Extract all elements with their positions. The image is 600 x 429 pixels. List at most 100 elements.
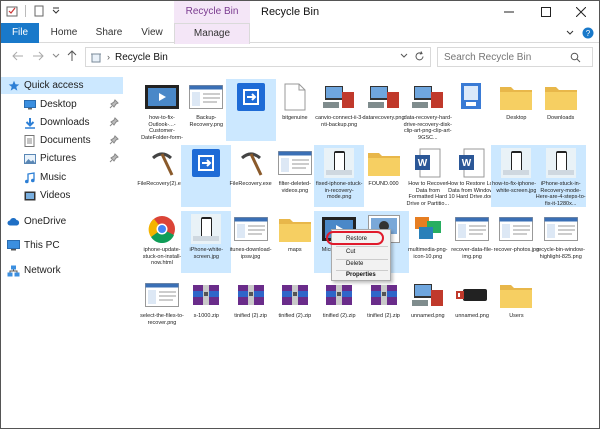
file-label: recycle-bin-window-highlight-825.png	[536, 247, 585, 260]
nav-desktop[interactable]: Desktop	[1, 96, 123, 113]
file-item[interactable]: itunes-download-ipsw.jpg	[226, 211, 276, 273]
recent-locations-button[interactable]	[49, 49, 63, 63]
file-item[interactable]: iPhone-white-screen.jpg	[181, 211, 232, 273]
file-item[interactable]: FileRecovery.exe	[226, 145, 276, 207]
doc-thumbnail-icon	[277, 81, 313, 113]
nav-network[interactable]: Network	[1, 262, 123, 279]
nav-music[interactable]: Music	[1, 169, 123, 186]
tab-manage[interactable]: Manage	[174, 23, 250, 44]
file-item[interactable]: data-recovery-hard-drive-recovery-disk-c…	[403, 79, 453, 141]
file-item[interactable]	[225, 79, 276, 141]
breadcrumb-recycle-bin[interactable]: Recycle Bin	[115, 52, 168, 63]
maximize-button[interactable]	[528, 1, 564, 23]
file-item[interactable]: canvio-connect-ii-3-nti-backup.png	[314, 79, 364, 141]
help-button[interactable]: ?	[581, 26, 595, 40]
recycle-bin-tools-title: Recycle Bin Tools	[174, 1, 250, 39]
address-dropdown-button[interactable]	[400, 52, 408, 60]
file-item[interactable]: fixed-iphone-stuck-in-recovery-mode.png	[314, 145, 365, 207]
nav-documents[interactable]: Documents	[1, 132, 123, 149]
file-item[interactable]: Downloads	[536, 79, 586, 141]
file-label: how-to-fix-iphone-s-white-screen.jpg	[492, 181, 541, 194]
file-item[interactable]: how-to-fix-Outlook-...-Customer-DateFold…	[137, 79, 187, 141]
file-item[interactable]: recover-photos.jpg	[491, 211, 541, 273]
search-input[interactable]	[438, 51, 570, 63]
context-menu-properties[interactable]: Properties	[346, 272, 376, 278]
file-item[interactable]: W How to Recover Data from Formatted Hard…	[403, 145, 453, 207]
file-item[interactable]: tinified (2).zip	[314, 277, 364, 339]
file-item[interactable]: filter-deleted-videos.png	[270, 145, 320, 207]
word-thumbnail-icon: W	[454, 147, 490, 179]
usb-thumbnail-icon	[454, 279, 490, 311]
file-item[interactable]	[181, 145, 232, 207]
nav-pictures[interactable]: Pictures	[1, 150, 123, 167]
refresh-button[interactable]	[414, 51, 425, 62]
context-menu-divider	[336, 259, 388, 260]
back-button[interactable]	[11, 49, 25, 63]
file-item[interactable]: FileRecovery(2).exe	[137, 145, 187, 207]
file-item[interactable]: FOUND.000	[359, 145, 409, 207]
properties-icon[interactable]	[32, 4, 46, 18]
file-item[interactable]: Users	[491, 277, 541, 339]
address-bar[interactable]: › Recycle Bin	[85, 47, 431, 67]
file-item[interactable]: unnamed.png	[403, 277, 453, 339]
tab-share[interactable]: Share	[89, 23, 129, 43]
file-item[interactable]: recycle-bin-window-highlight-825.png	[536, 211, 586, 273]
file-item[interactable]: iPhone-stuck-in-Recovery-mode-Here-are-4…	[535, 145, 586, 207]
forward-button[interactable]	[31, 49, 45, 63]
nav-onedrive[interactable]: OneDrive	[1, 213, 123, 230]
svg-text:W: W	[462, 158, 472, 169]
file-label: select-the-files-to-recover.png	[140, 313, 184, 326]
file-item[interactable]: datarecovery.png	[359, 79, 409, 141]
zip-thumbnail-icon	[233, 279, 269, 311]
file-item[interactable]: how-to-fix-iphone-s-white-screen.jpg	[491, 145, 542, 207]
file-item[interactable]: tinified (2).zip	[359, 277, 409, 339]
nav-videos[interactable]: Videos	[1, 187, 123, 204]
collapse-ribbon-button[interactable]	[563, 26, 577, 40]
file-item[interactable]: W How to Restore Lost Data from Windows 1…	[447, 145, 497, 207]
devices-thumbnail-icon	[410, 279, 446, 311]
file-label: tinified (2).zip	[322, 313, 356, 319]
nav-downloads[interactable]: Downloads	[1, 114, 123, 131]
file-label: iPhone-white-screen.jpg	[189, 247, 224, 260]
file-item[interactable]: maps	[270, 211, 320, 273]
file-item[interactable]: recover-data-file-img.png	[447, 211, 497, 273]
close-button[interactable]	[563, 1, 599, 23]
file-item[interactable]: tinified (2).zip	[226, 277, 276, 339]
tab-file[interactable]: File	[1, 23, 39, 43]
pictures-icon	[23, 152, 36, 165]
nav-this-pc[interactable]: This PC	[1, 237, 123, 254]
minimize-button[interactable]	[491, 1, 527, 23]
tab-view[interactable]: View	[133, 23, 171, 43]
arrow-left-icon	[12, 51, 23, 61]
zip-thumbnail-icon	[277, 279, 313, 311]
file-item[interactable]: Desktop	[491, 79, 541, 141]
context-menu-cut[interactable]: Cut	[346, 249, 355, 255]
file-item[interactable]: select-the-files-to-recover.png	[137, 277, 187, 339]
nav-label: This PC	[24, 240, 60, 251]
cloud-icon	[7, 215, 20, 228]
toolbar-separator	[25, 5, 26, 17]
devices-thumbnail-icon	[321, 81, 357, 113]
up-button[interactable]	[65, 49, 79, 63]
file-item[interactable]: unnamed.png	[447, 277, 497, 339]
file-label: How to Restore Lost Data from Windows 10…	[447, 181, 497, 200]
file-item[interactable]: Backup-Recovery.png	[181, 79, 231, 141]
tab-home[interactable]: Home	[45, 23, 83, 43]
screenshot-thumbnail-icon	[233, 213, 269, 245]
context-menu-delete[interactable]: Delete	[346, 261, 363, 267]
arrow-up-icon	[67, 50, 77, 61]
folder-thumbnail-icon	[498, 279, 534, 311]
customize-toolbar-icon[interactable]	[49, 4, 63, 18]
file-item[interactable]: bitgenuine	[270, 79, 320, 141]
file-item[interactable]: iphone-update-stuck-on-install-now.html	[137, 211, 187, 273]
search-box[interactable]	[437, 47, 593, 67]
file-item[interactable]: tinified (2).zip	[270, 277, 320, 339]
title-bar: Recycle Bin Tools Recycle Bin	[1, 1, 599, 39]
screenshot-thumbnail-icon	[277, 147, 313, 179]
pin-icon	[109, 117, 119, 127]
file-item[interactable]: s-1000.zip	[181, 277, 231, 339]
nav-quick-access[interactable]: Quick access	[1, 77, 123, 94]
file-item[interactable]: multimedia-png-icon-10.png	[403, 211, 453, 273]
file-item[interactable]	[447, 79, 497, 141]
pickaxe-thumbnail-icon	[233, 147, 269, 179]
